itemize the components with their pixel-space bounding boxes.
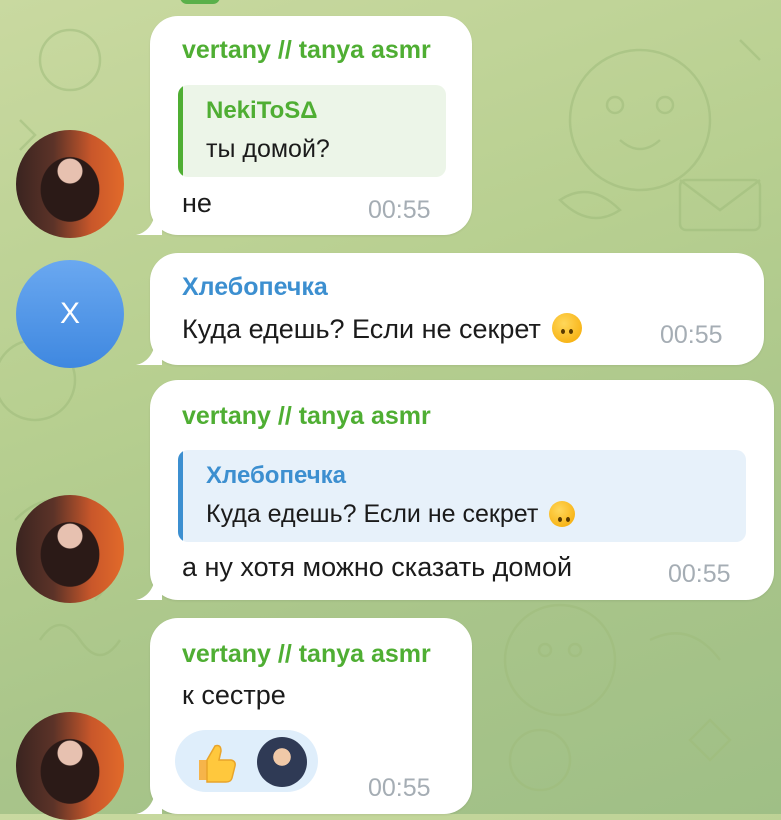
message-text: не [182, 188, 212, 218]
quote-text: ты домой? [206, 135, 330, 163]
message-text-line: Куда едешь? Если не секрет [182, 313, 583, 345]
thumbs-up-icon [199, 744, 236, 783]
reaction-chip[interactable] [175, 730, 318, 792]
upside-down-face-icon [549, 501, 576, 527]
sender-name[interactable]: Хлебопечка [182, 273, 328, 302]
message-text: а ну хотя можно сказать домой [182, 552, 573, 582]
avatar-letter: Х [59, 297, 80, 330]
quote-text: Куда едешь? Если не секрет [206, 500, 539, 528]
upside-down-face-icon [552, 313, 583, 343]
reply-quote[interactable]: NekiToSΔ ты домой? [178, 85, 446, 177]
bubble-tail [136, 574, 162, 600]
message-bubble-3[interactable]: vertany // tanya asmr Хлебопечка Куда ед… [136, 380, 774, 600]
sender-name[interactable]: vertany // tanya asmr [182, 640, 431, 669]
avatar-hlebopechka[interactable]: Х [16, 260, 124, 368]
quote-bar [178, 450, 183, 542]
message-time: 00:55 [660, 321, 723, 349]
avatar-vertany[interactable] [16, 712, 124, 820]
avatar-vertany[interactable] [16, 495, 124, 603]
message-text: к сестре [182, 680, 286, 710]
bubble-tail [136, 339, 162, 365]
reactor-avatar [257, 737, 307, 787]
avatar-vertany[interactable] [16, 130, 124, 238]
message-bubble-1[interactable]: vertany // tanya asmr NekiToSΔ ты домой?… [136, 16, 472, 235]
message-time: 00:55 [368, 774, 431, 802]
message-bubble-2[interactable]: Хлебопечка Куда едешь? Если не секрет 00… [136, 253, 764, 365]
previous-message-edge [180, 0, 220, 4]
bubble-tail [136, 788, 162, 814]
sender-name[interactable]: vertany // tanya asmr [182, 402, 431, 431]
message-time: 00:55 [368, 196, 431, 224]
quote-text-line: Куда едешь? Если не секрет [206, 500, 576, 529]
quote-bar [178, 85, 183, 177]
quote-sender: NekiToSΔ [206, 97, 318, 124]
sender-name[interactable]: vertany // tanya asmr [182, 36, 431, 65]
message-text: Куда едешь? Если не секрет [182, 314, 541, 344]
bubble-tail [136, 209, 162, 235]
reply-quote[interactable]: Хлебопечка Куда едешь? Если не секрет [178, 450, 746, 542]
quote-sender: Хлебопечка [206, 462, 346, 489]
message-time: 00:55 [668, 560, 731, 588]
